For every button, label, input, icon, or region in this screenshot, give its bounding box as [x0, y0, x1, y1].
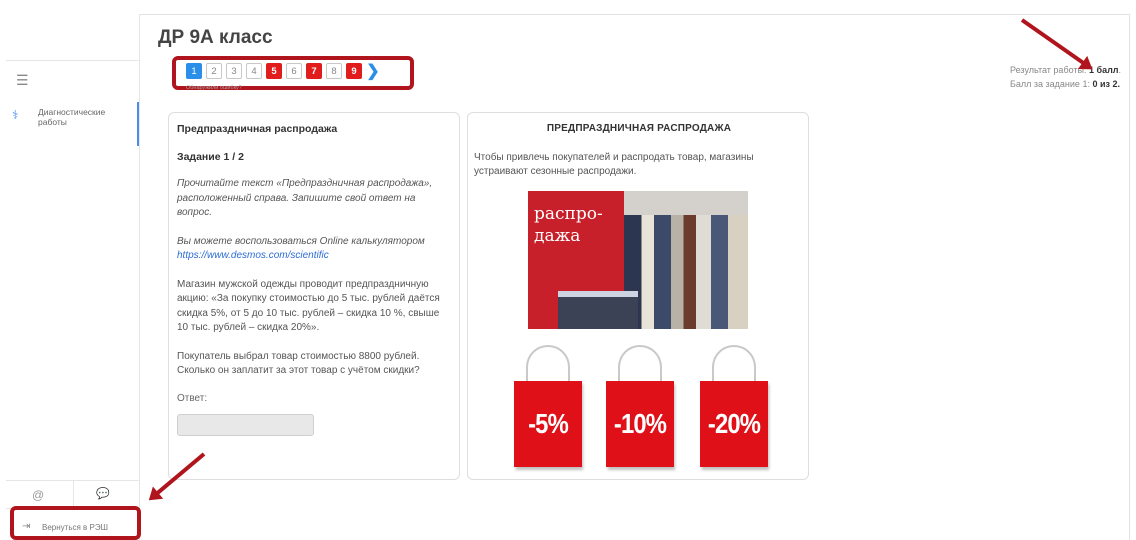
- page-button-4[interactable]: 4: [246, 63, 262, 79]
- chat-icon[interactable]: 💬: [96, 487, 110, 500]
- page-button-8[interactable]: 8: [326, 63, 342, 79]
- text-title: ПРЕДПРАЗДНИЧНАЯ РАСПРОДАЖА: [546, 123, 732, 134]
- task-card: Предпраздничная распродажа Задание 1 / 2…: [168, 112, 460, 480]
- text-card: ПРЕДПРАЗДНИЧНАЯ РАСПРОДАЖА Чтобы привлеч…: [467, 112, 809, 480]
- page-button-1[interactable]: 1: [186, 63, 202, 79]
- sale-bag: -10%: [606, 381, 674, 467]
- page-title: ДР 9А класс: [158, 27, 273, 48]
- report-error-link[interactable]: Обнаружили ошибку?: [186, 85, 242, 91]
- highlight-box-back: [10, 506, 141, 540]
- task-condition: Магазин мужской одежды проводит предпраз…: [177, 278, 440, 334]
- photo-clothing-rack: [624, 215, 748, 329]
- task-number: Задание 1 / 2: [177, 151, 244, 163]
- chevron-right-icon[interactable]: ❯: [366, 63, 380, 80]
- calculator-hint: Вы можете воспользоваться Online калькул…: [177, 235, 451, 264]
- divider: [73, 480, 74, 508]
- calculator-text: Вы можете воспользоваться Online калькул…: [177, 235, 425, 247]
- sidebar-item-label: Диагностические работы: [38, 107, 106, 127]
- sale-bag: -20%: [700, 381, 768, 467]
- calculator-link[interactable]: https://www.desmos.com/scientific: [177, 250, 329, 261]
- task-instruction: Прочитайте текст «Предпраздничная распро…: [177, 178, 433, 218]
- photo-sign: распро- дажа: [534, 204, 603, 246]
- page-button-7[interactable]: 7: [306, 63, 322, 79]
- answer-input[interactable]: [177, 413, 314, 436]
- page-button-3[interactable]: 3: [226, 63, 242, 79]
- page-button-5[interactable]: 5: [266, 63, 282, 79]
- page-button-2[interactable]: 2: [206, 63, 222, 79]
- sale-photo: распро- дажа: [528, 191, 748, 329]
- stethoscope-icon: ⚕: [12, 108, 19, 122]
- task-score-label: Балл за задание 1:: [1010, 79, 1093, 89]
- task-title: Предпраздничная распродажа: [177, 123, 338, 135]
- sidebar-item-diagnostic[interactable]: ⚕ Диагностические работы: [6, 102, 139, 146]
- sale-bag: -5%: [514, 381, 582, 467]
- text-intro: Чтобы привлечь покупателей и распродать …: [474, 152, 754, 177]
- task-question: Покупатель выбрал товар стоимостью 8800 …: [177, 350, 420, 377]
- result-info: Результат работы: 1 балл. Балл за задани…: [1010, 63, 1121, 91]
- divider: [6, 60, 139, 61]
- task-score-value: 0 из 2.: [1092, 79, 1120, 89]
- task-pager: 1 2 3 4 5 6 7 8 9 ❯: [186, 63, 380, 80]
- page-button-9[interactable]: 9: [346, 63, 362, 79]
- answer-label: Ответ:: [177, 392, 208, 404]
- hamburger-icon[interactable]: ☰: [16, 72, 29, 89]
- result-suffix: .: [1118, 65, 1122, 75]
- photo-ceiling: [624, 191, 748, 215]
- at-icon[interactable]: @: [32, 488, 44, 502]
- sidebar: ☰ ⚕ Диагностические работы @ 💬 ⇥ Вернуть…: [6, 14, 140, 540]
- result-label: Результат работы:: [1010, 65, 1089, 75]
- photo-table: [558, 291, 638, 329]
- page-button-6[interactable]: 6: [286, 63, 302, 79]
